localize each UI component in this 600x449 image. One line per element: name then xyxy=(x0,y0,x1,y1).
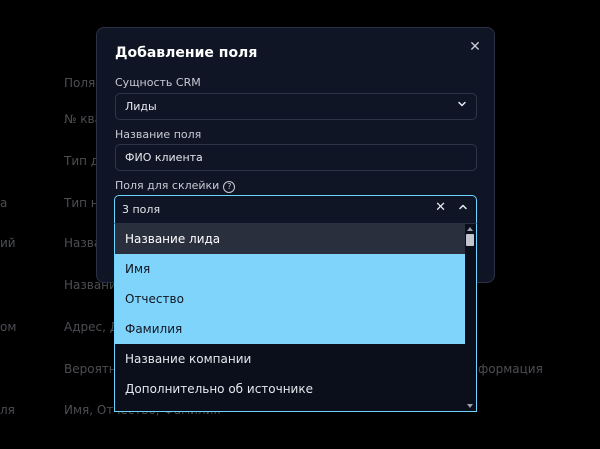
merge-fields-dropdown: Название лида Имя Отчество Фамилия Назва… xyxy=(114,223,477,412)
field-name-label: Название поля xyxy=(115,128,202,141)
help-icon[interactable]: ? xyxy=(223,181,236,193)
option-company-name[interactable]: Название компании xyxy=(115,344,466,374)
option-first-name[interactable]: Имя xyxy=(115,254,466,284)
scroll-up-icon[interactable] xyxy=(467,227,473,231)
field-name-input[interactable]: ФИО клиента xyxy=(115,144,477,171)
option-lead-name[interactable]: Название лида xyxy=(115,224,466,254)
entity-label: Сущность CRM xyxy=(115,76,201,89)
option-patronymic[interactable]: Отчество xyxy=(115,284,466,314)
field-name-value: ФИО клиента xyxy=(125,151,203,164)
entity-select-value: Лиды xyxy=(125,100,157,113)
modal-title: Добавление поля xyxy=(115,45,258,61)
option-source-info[interactable]: Дополнительно об источнике xyxy=(115,374,466,404)
scroll-down-icon[interactable] xyxy=(467,404,473,408)
merge-fields-select[interactable]: 3 поля ✕ xyxy=(114,195,477,223)
scroll-thumb[interactable] xyxy=(466,234,474,246)
entity-select[interactable]: Лиды xyxy=(115,93,477,120)
merge-fields-select-value: 3 поля xyxy=(122,203,161,216)
merge-fields-label: Поля для склейки? xyxy=(115,179,236,193)
chevron-up-icon[interactable] xyxy=(458,202,468,212)
dropdown-scrollbar[interactable] xyxy=(465,224,475,411)
clear-icon[interactable]: ✕ xyxy=(435,201,446,214)
option-last-name[interactable]: Фамилия xyxy=(115,314,466,344)
chevron-down-icon xyxy=(458,101,466,107)
close-icon[interactable]: ✕ xyxy=(468,40,482,54)
merge-fields-label-text: Поля для склейки xyxy=(115,179,220,192)
